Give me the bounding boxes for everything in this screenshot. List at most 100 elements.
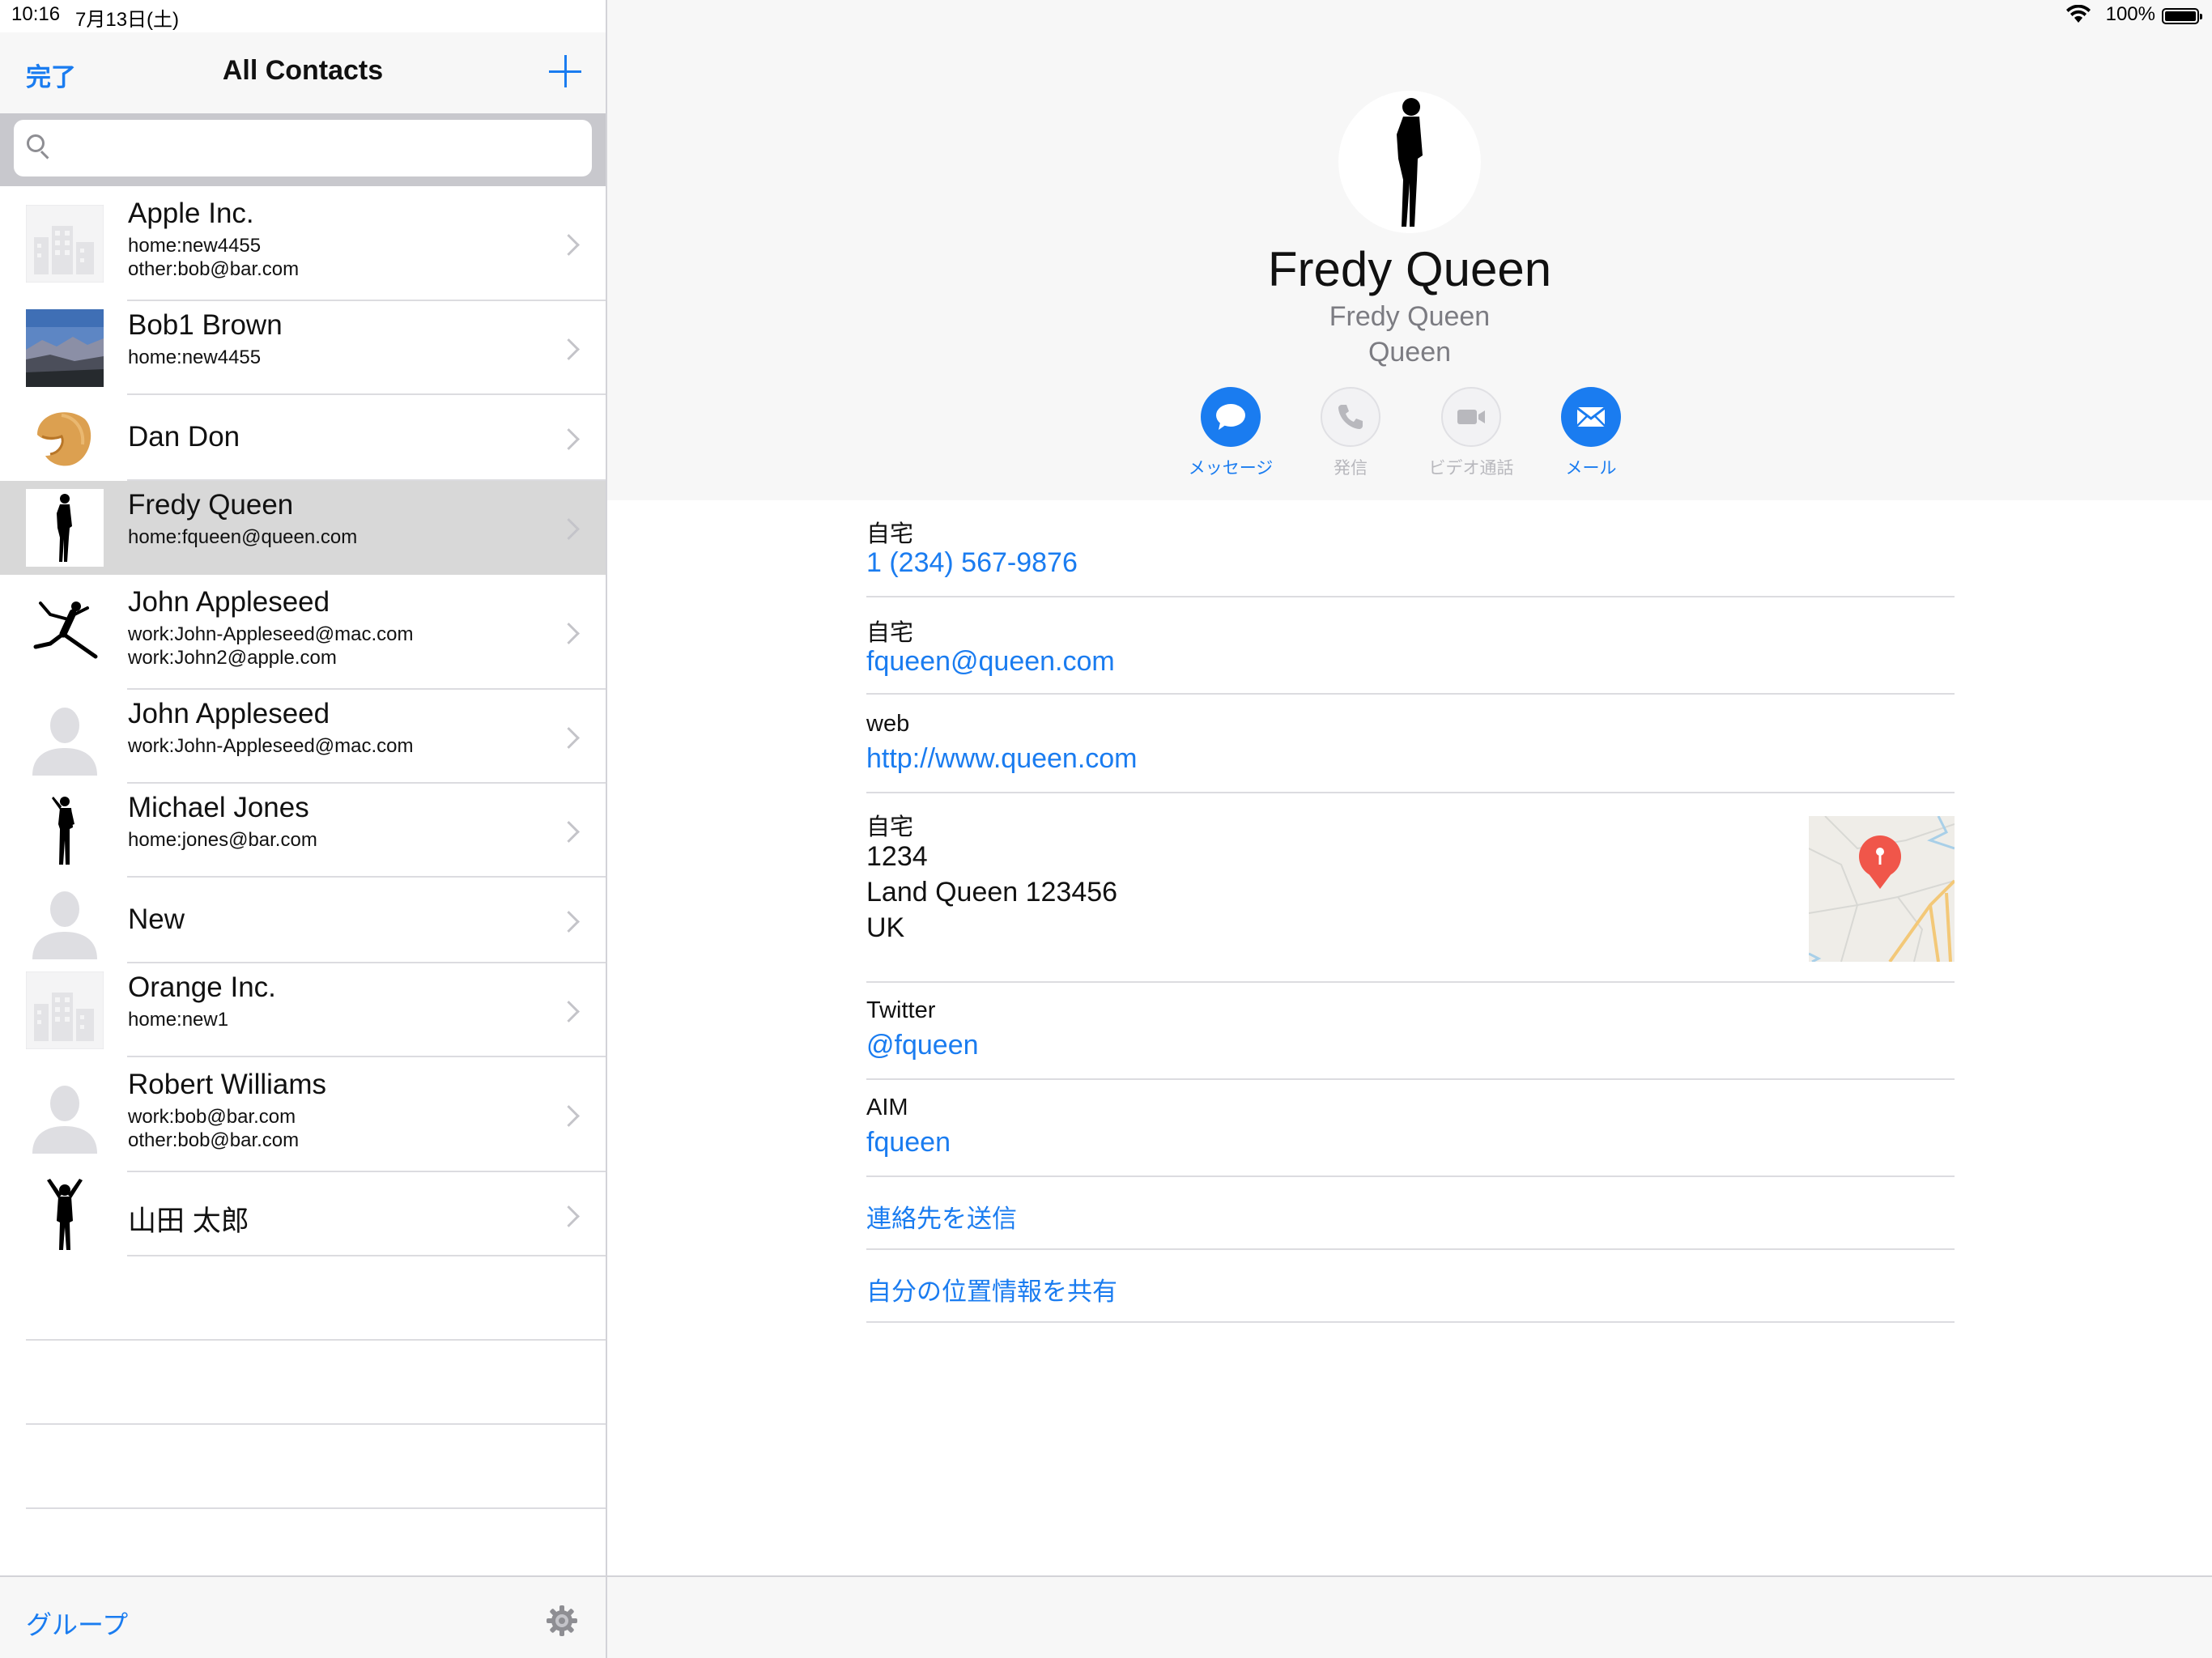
contact-row[interactable]: Michael Jones home:jones@bar.com: [0, 784, 606, 878]
phone-label: 自宅: [866, 521, 914, 547]
chevron-right-icon: [558, 623, 580, 644]
address-line[interactable]: Land Queen 123456: [866, 874, 1117, 910]
contact-row[interactable]: Dan Don: [0, 395, 606, 481]
chevron-right-icon: [558, 1105, 580, 1127]
contact-detail: work:bob@bar.com: [128, 1106, 296, 1128]
phone-icon: [1338, 405, 1363, 429]
phone-value[interactable]: 1 (234) 567-9876: [866, 547, 1078, 579]
contact-detail: home:jones@bar.com: [128, 829, 317, 851]
list-title: All Contacts: [222, 55, 384, 86]
share-location-link[interactable]: 自分の位置情報を共有: [866, 1271, 1117, 1307]
standing-silhouette: [26, 489, 104, 567]
contacts-list-pane: 完了 All Contacts Apple Inc. home:new4455 …: [0, 0, 607, 1658]
chevron-right-icon: [558, 1001, 580, 1022]
contact-name: Michael Jones: [128, 792, 309, 823]
contact-name: Fredy Queen: [128, 489, 294, 521]
posing-silhouette: [26, 792, 104, 869]
list-nav-bar: 完了 All Contacts: [0, 32, 606, 113]
contact-name: John Appleseed: [128, 586, 330, 618]
action-label: ビデオ通話: [1428, 459, 1514, 478]
send-contact-link[interactable]: 連絡先を送信: [866, 1198, 1017, 1235]
contact-name: Orange Inc.: [128, 971, 276, 1003]
fortune-cookie-photo: [26, 399, 104, 477]
contact-row[interactable]: 山田 太郎: [0, 1172, 606, 1256]
person-placeholder-icon: [26, 882, 104, 959]
person-placeholder-icon: [26, 1076, 104, 1154]
contact-name: Dan Don: [128, 421, 240, 453]
web-label: web: [866, 711, 910, 737]
contact-header: Fredy Queen Fredy Queen Queen メッセージ 発信 ビ…: [607, 0, 2212, 500]
contact-detail: work:John-Appleseed@mac.com: [128, 623, 414, 645]
plus-icon[interactable]: [549, 55, 581, 87]
contact-name: New: [128, 903, 185, 935]
status-bar: 10:16 7月13日(土) 100%: [0, 0, 2212, 32]
chevron-right-icon: [558, 338, 580, 360]
detail-toolbar: [607, 1575, 2212, 1658]
groups-button[interactable]: グループ: [26, 1605, 128, 1642]
contact-subtitle: Queen: [1368, 337, 1452, 368]
chevron-right-icon: [558, 1205, 580, 1227]
list-toolbar: グループ: [0, 1575, 606, 1658]
jumping-silhouette: [26, 593, 104, 671]
contact-name: Robert Williams: [128, 1069, 327, 1100]
envelope-icon: [1576, 406, 1606, 427]
contact-detail: work:John-Appleseed@mac.com: [128, 735, 414, 757]
battery-icon: [2162, 8, 2202, 24]
address-label: 自宅: [866, 814, 914, 840]
contact-name: Apple Inc.: [128, 198, 254, 229]
gear-icon[interactable]: [546, 1605, 578, 1637]
contact-photo: [1338, 91, 1481, 233]
contact-detail: home:new1: [128, 1009, 229, 1031]
status-time: 10:16: [11, 3, 61, 25]
contact-row[interactable]: Robert Williams work:bob@bar.com other:b…: [0, 1057, 606, 1172]
contact-detail: work:John2@apple.com: [128, 647, 337, 669]
contact-row[interactable]: New: [0, 878, 606, 963]
address-line[interactable]: 1234: [866, 839, 928, 874]
aim-label: AIM: [866, 1095, 908, 1120]
search-icon: [27, 134, 45, 152]
person-placeholder-icon: [26, 698, 104, 776]
email-value[interactable]: fqueen@queen.com: [866, 646, 1115, 678]
search-input[interactable]: [59, 128, 581, 170]
search-bar: [0, 113, 606, 186]
chevron-right-icon: [558, 518, 580, 540]
chevron-right-icon: [558, 428, 580, 450]
contact-name: John Appleseed: [128, 698, 330, 729]
contact-name-title: Fredy Queen: [1267, 242, 1552, 296]
address-line[interactable]: UK: [866, 910, 904, 946]
contact-row[interactable]: John Appleseed work:John-Appleseed@mac.c…: [0, 690, 606, 784]
contact-row[interactable]: Bob1 Brown home:new4455: [0, 301, 606, 395]
contact-subtitle: Fredy Queen: [1329, 301, 1491, 332]
action-label: 発信: [1334, 459, 1368, 478]
contact-row[interactable]: Fredy Queen home:fqueen@queen.com: [0, 481, 606, 575]
email-label: 自宅: [866, 620, 914, 646]
contact-name: 山田 太郎: [128, 1205, 249, 1237]
chevron-right-icon: [558, 727, 580, 749]
contact-name: Bob1 Brown: [128, 309, 283, 341]
chevron-right-icon: [558, 821, 580, 843]
contact-row[interactable]: John Appleseed work:John-Appleseed@mac.c…: [0, 575, 606, 690]
contact-detail-pane: Fredy Queen Fredy Queen Queen メッセージ 発信 ビ…: [607, 0, 2212, 1658]
contact-row[interactable]: Orange Inc. home:new1: [0, 963, 606, 1057]
contact-detail: home:fqueen@queen.com: [128, 526, 358, 548]
contact-detail: other:bob@bar.com: [128, 258, 300, 280]
video-camera-icon: [1457, 410, 1485, 424]
contact-detail: other:bob@bar.com: [128, 1129, 300, 1151]
search-field[interactable]: [14, 120, 592, 176]
arms-up-silhouette: [26, 1175, 104, 1253]
web-value[interactable]: http://www.queen.com: [866, 743, 1138, 775]
contact-detail: home:new4455: [128, 235, 262, 257]
company-placeholder-icon: [26, 971, 104, 1049]
aim-value[interactable]: fqueen: [866, 1127, 951, 1158]
status-date: 7月13日(土): [75, 9, 180, 31]
address-map-thumbnail[interactable]: [1809, 816, 1955, 962]
twitter-label: Twitter: [866, 997, 936, 1023]
twitter-value[interactable]: @fqueen: [866, 1030, 979, 1061]
message-bubble-icon: [1216, 404, 1245, 430]
landscape-photo: [26, 309, 104, 387]
battery-percent: 100%: [2105, 3, 2155, 25]
chevron-right-icon: [558, 911, 580, 933]
action-label: メッセージ: [1188, 459, 1274, 478]
contact-row[interactable]: Apple Inc. home:new4455 other:bob@bar.co…: [0, 186, 606, 301]
chevron-right-icon: [558, 234, 580, 256]
